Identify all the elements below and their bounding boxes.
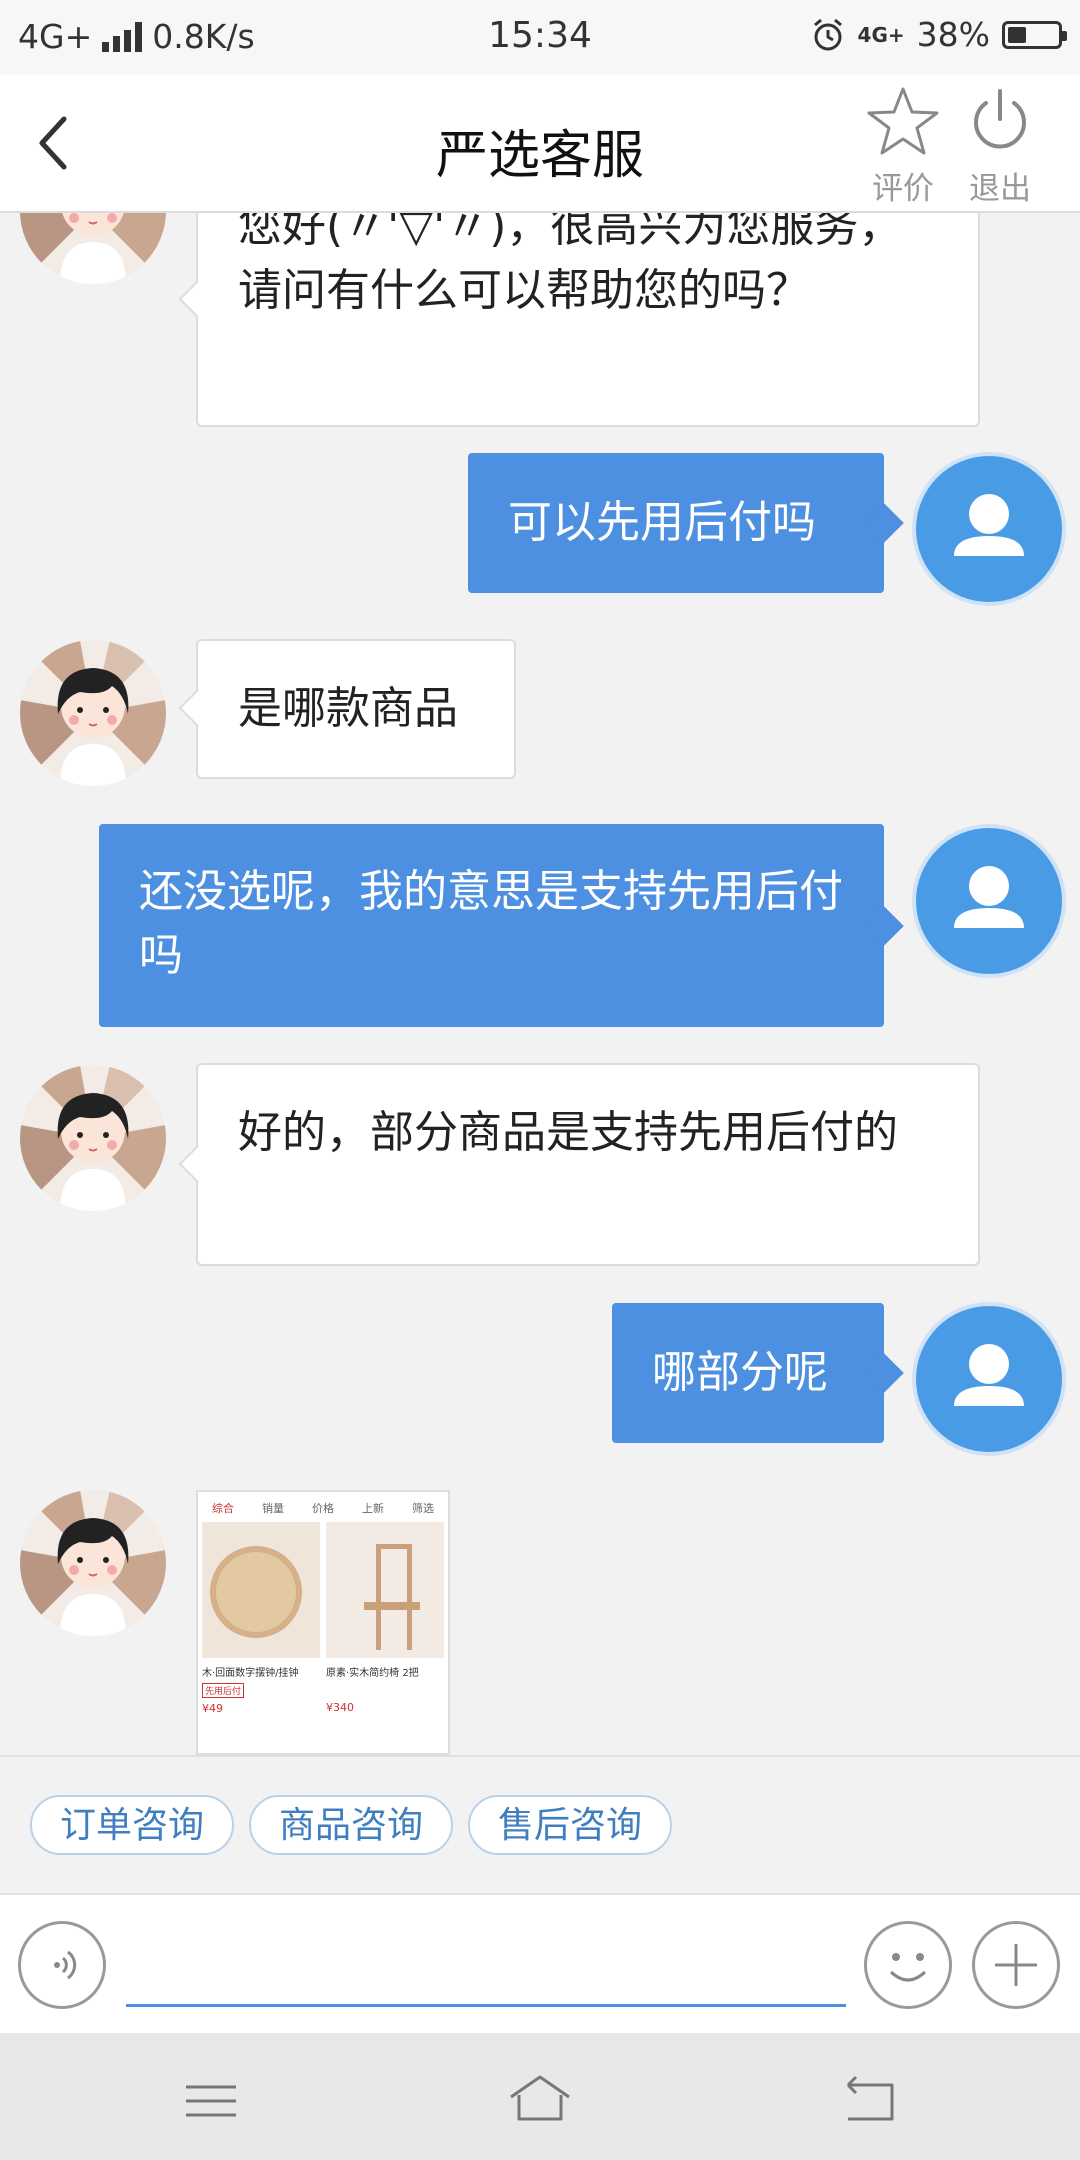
- quick-reply-bar: 订单咨询 商品咨询 售后咨询: [0, 1755, 1080, 1893]
- quick-reply-product[interactable]: 商品咨询: [249, 1795, 454, 1855]
- power-icon: [974, 89, 1026, 149]
- battery-percent: 38%: [916, 15, 990, 54]
- agent-avatar: [20, 640, 166, 786]
- status-bar: 4G+ 0.8K/s 15:34 4G+ 38%: [0, 0, 1080, 75]
- message-input[interactable]: [126, 1919, 846, 2007]
- product-price: ¥49: [202, 1702, 223, 1715]
- exit-label: 退出: [969, 171, 1031, 207]
- quick-reply-aftersale[interactable]: 售后咨询: [468, 1795, 673, 1855]
- product-card: 木·回面数字摆钟/挂钟 先用后付 ¥49: [202, 1522, 320, 1715]
- message-bubble: 好的，部分商品是支持先用后付的: [196, 1063, 980, 1266]
- rate-label: 评价: [872, 171, 934, 207]
- input-bar: [0, 1893, 1080, 2033]
- message-bubble: 还没选呢，我的意思是支持先用后付吗: [99, 824, 884, 1027]
- voice-icon: [54, 1950, 77, 1980]
- product-caption: 木·回面数字摆钟/挂钟: [202, 1668, 299, 1679]
- image-tab: 上新: [362, 1502, 384, 1515]
- menu-icon[interactable]: [176, 2071, 246, 2131]
- message-bubble: 可以先用后付吗: [468, 453, 884, 593]
- product-screenshot-image[interactable]: 综合 销量 价格 上新 筛选 木·回面数字摆钟/挂钟 先用后付 ¥49 原素·实…: [196, 1490, 450, 1755]
- product-caption: 原素·实木简约椅 2把: [326, 1668, 419, 1679]
- alarm-icon: [813, 18, 842, 50]
- home-icon[interactable]: [505, 2071, 575, 2131]
- image-tab: 综合: [212, 1502, 234, 1515]
- image-tab: 销量: [262, 1502, 284, 1515]
- back-icon[interactable]: [834, 2071, 904, 2131]
- image-tab: 价格: [312, 1502, 334, 1515]
- smiley-icon: [889, 1953, 927, 1982]
- message-bubble: 是哪款商品: [196, 639, 516, 779]
- plus-icon: [995, 1944, 1037, 1986]
- product-tag: 先用后付: [202, 1683, 245, 1698]
- agent-avatar: [20, 213, 166, 284]
- message-bubble: 哪部分呢: [612, 1303, 884, 1443]
- image-tab-row: 综合 销量 价格 上新 筛选: [198, 1492, 448, 1522]
- user-avatar: [916, 1306, 1062, 1452]
- image-tab: 筛选: [412, 1502, 434, 1515]
- system-nav-bar: [0, 2033, 1080, 2160]
- agent-avatar: [20, 1065, 166, 1211]
- agent-avatar: [20, 1490, 166, 1636]
- network-type-small: 4G+: [857, 22, 905, 47]
- quick-reply-order[interactable]: 订单咨询: [30, 1795, 235, 1855]
- emoji-button[interactable]: [864, 1921, 952, 2009]
- message-bubble: 您好(〃'▽'〃)，很高兴为您服务，请问有什么可以帮助您的吗？: [196, 213, 980, 427]
- status-right: 4G+ 38%: [810, 15, 1067, 54]
- more-button[interactable]: [972, 1921, 1060, 2009]
- chat-area[interactable]: 您好(〃'▽'〃)，很高兴为您服务，请问有什么可以帮助您的吗？ 可以先用后付吗 …: [0, 213, 1080, 1755]
- rate-button[interactable]: 评价: [858, 85, 948, 208]
- exit-button[interactable]: 退出: [955, 85, 1045, 208]
- battery-icon: [1002, 20, 1067, 49]
- product-price: ¥340: [326, 1701, 354, 1714]
- voice-button[interactable]: [18, 1921, 106, 2009]
- star-icon: [867, 87, 939, 155]
- user-avatar: [916, 456, 1062, 602]
- product-card: 原素·实木简约椅 2把 ¥340: [326, 1522, 444, 1715]
- user-avatar: [916, 828, 1062, 974]
- clock-thumbnail: [202, 1522, 320, 1658]
- nav-bar: 严选客服 评价 退出: [0, 75, 1080, 213]
- chair-thumbnail: [326, 1522, 444, 1658]
